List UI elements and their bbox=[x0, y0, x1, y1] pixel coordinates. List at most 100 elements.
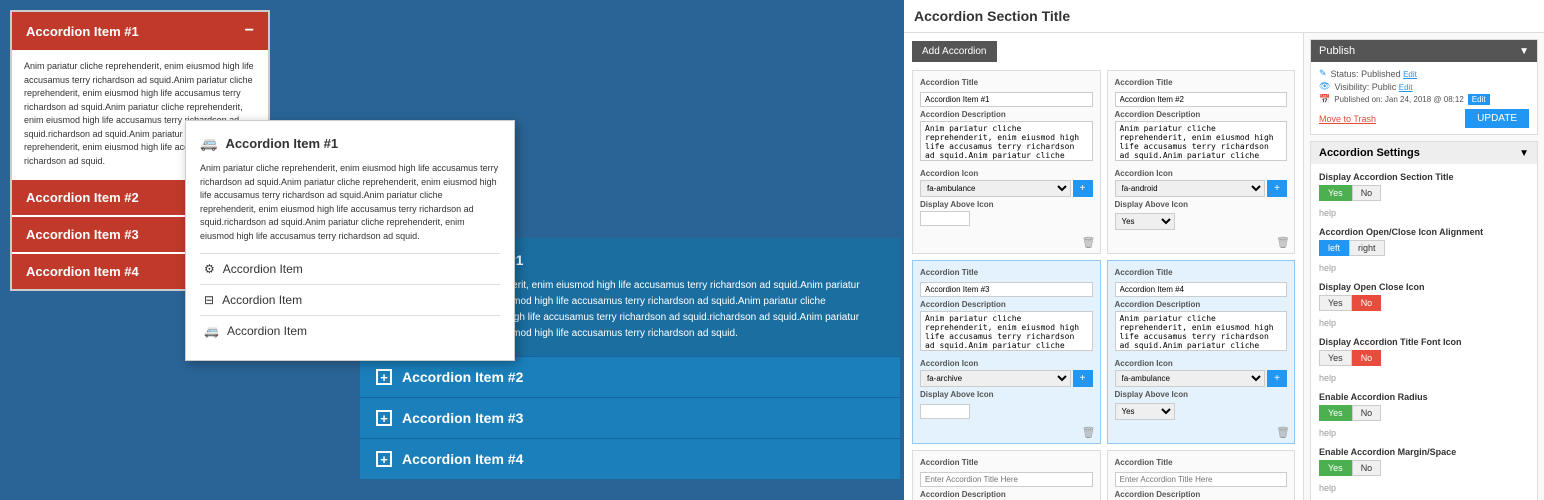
title-font-no-btn[interactable]: No bbox=[1352, 350, 1382, 366]
radius-no-btn[interactable]: No bbox=[1352, 405, 1382, 421]
display-section-help[interactable]: help bbox=[1319, 208, 1336, 218]
margin-label: Enable Accordion Margin/Space bbox=[1319, 447, 1529, 457]
blue-acc-item3-title: Accordion Item #3 bbox=[402, 410, 523, 426]
publish-status-row: ✎ Status: Published Edit bbox=[1319, 68, 1529, 79]
form1-delete-btn[interactable]: 🗑 bbox=[1082, 236, 1096, 249]
form4-desc-label: Accordion Description bbox=[1115, 300, 1288, 309]
form1-icon-btn[interactable]: + bbox=[1073, 180, 1093, 197]
form3-delete-btn[interactable]: 🗑 bbox=[1082, 426, 1096, 439]
form2-desc-label: Accordion Description bbox=[1115, 110, 1288, 119]
form5-desc-label: Accordion Description bbox=[920, 490, 1093, 499]
form4-title-input[interactable] bbox=[1115, 282, 1288, 297]
popup-body-text: Anim pariatur cliche reprehenderit, enim… bbox=[200, 162, 500, 243]
alignment-right-btn[interactable]: right bbox=[1349, 240, 1385, 256]
minus-icon: − bbox=[245, 22, 254, 40]
form3-desc-input[interactable]: Anim pariatur cliche reprehenderit, enim… bbox=[920, 311, 1093, 351]
radius-yes-btn[interactable]: Yes bbox=[1319, 405, 1352, 421]
gear-icon: ⚙ bbox=[204, 262, 215, 276]
margin-yes-btn[interactable]: Yes bbox=[1319, 460, 1352, 476]
title-font-yes-btn[interactable]: Yes bbox=[1319, 350, 1352, 366]
acc-form-3: Accordion Title Accordion Description An… bbox=[912, 260, 1101, 444]
open-close-no-btn[interactable]: No bbox=[1352, 295, 1382, 311]
blue-plus-icon-3: + bbox=[376, 410, 392, 426]
publish-header: Publish ▼ bbox=[1311, 40, 1537, 62]
form3-desc-label: Accordion Description bbox=[920, 300, 1093, 309]
add-accordion-button[interactable]: Add Accordion bbox=[912, 41, 997, 62]
blue-acc-item2[interactable]: + Accordion Item #2 bbox=[360, 356, 900, 397]
move-to-trash-button[interactable]: Move to Trash bbox=[1319, 114, 1376, 124]
form3-icon-label: Accordion Icon bbox=[920, 359, 1093, 368]
publish-visibility: Visibility: Public Edit bbox=[1334, 82, 1412, 92]
calendar-icon: 📅 bbox=[1319, 94, 1330, 105]
form2-title-input[interactable] bbox=[1115, 92, 1288, 107]
title-font-help[interactable]: help bbox=[1319, 373, 1336, 383]
form1-title-input[interactable] bbox=[920, 92, 1093, 107]
publish-date-row: 📅 Published on: Jan 24, 2018 @ 08:12 Edi… bbox=[1319, 94, 1529, 105]
red-acc-item1-title: Accordion Item #1 bbox=[26, 24, 139, 39]
popup-item2-label: Accordion Item bbox=[222, 293, 302, 307]
form2-icon-btn[interactable]: + bbox=[1267, 180, 1287, 197]
accordion-settings-body: Display Accordion Section Title Yes No h… bbox=[1311, 164, 1537, 500]
truck-icon: 🚐 bbox=[204, 324, 219, 338]
blue-acc-item2-title: Accordion Item #2 bbox=[402, 369, 523, 385]
display-section-no-btn[interactable]: No bbox=[1352, 185, 1382, 201]
edit-icon: ✎ bbox=[1319, 68, 1327, 79]
acc-form-2: Accordion Title Accordion Description An… bbox=[1107, 70, 1296, 254]
form3-display-input[interactable] bbox=[920, 404, 970, 419]
open-close-help[interactable]: help bbox=[1319, 318, 1336, 328]
form2-delete-btn[interactable]: 🗑 bbox=[1276, 236, 1290, 249]
popup-icon-truck: 🚐 bbox=[200, 135, 217, 152]
accordion-settings-box: Accordion Settings ▼ Display Accordion S… bbox=[1310, 141, 1538, 500]
popup-item-2[interactable]: ⊟ Accordion Item bbox=[200, 284, 500, 315]
form1-display-label: Display Above Icon bbox=[920, 200, 1093, 209]
update-button[interactable]: UPDATE bbox=[1465, 109, 1529, 128]
form4-title-label: Accordion Title bbox=[1115, 268, 1288, 277]
grid-icon: ⊟ bbox=[204, 293, 214, 307]
popup-title-row: 🚐 Accordion Item #1 bbox=[200, 135, 500, 152]
section-title-bar: Accordion Section Title bbox=[904, 0, 1544, 33]
popup-item-1[interactable]: ⚙ Accordion Item bbox=[200, 253, 500, 284]
publish-visibility-row: 👁 Visibility: Public Edit bbox=[1319, 81, 1529, 92]
publish-body: ✎ Status: Published Edit 👁 Visibility: P… bbox=[1311, 62, 1537, 134]
form2-icon-select[interactable]: fa-android bbox=[1115, 180, 1266, 197]
red-acc-item1-header[interactable]: Accordion Item #1 − bbox=[12, 12, 268, 50]
form1-desc-input[interactable]: Anim pariatur cliche reprehenderit, enim… bbox=[920, 121, 1093, 161]
settings-sidebar: Publish ▼ ✎ Status: Published Edit 👁 Vis… bbox=[1304, 33, 1544, 500]
form6-title-input[interactable] bbox=[1115, 472, 1288, 487]
popup-item-3[interactable]: 🚐 Accordion Item bbox=[200, 315, 500, 346]
form2-display-select[interactable]: Yes bbox=[1115, 213, 1175, 230]
form3-icon-select[interactable]: fa-archive bbox=[920, 370, 1071, 387]
form4-icon-select[interactable]: fa-ambulance bbox=[1115, 370, 1266, 387]
admin-panel: Accordion Section Title Add Accordion Ac… bbox=[904, 0, 1544, 500]
form1-icon-select[interactable]: fa-ambulance bbox=[920, 180, 1071, 197]
form2-display-label: Display Above Icon bbox=[1115, 200, 1288, 209]
accordion-settings-header[interactable]: Accordion Settings ▼ bbox=[1311, 142, 1537, 164]
blue-acc-item3[interactable]: + Accordion Item #3 bbox=[360, 397, 900, 438]
form2-desc-input[interactable]: Anim pariatur cliche reprehenderit, enim… bbox=[1115, 121, 1288, 161]
alignment-help[interactable]: help bbox=[1319, 263, 1336, 273]
publish-date: Published on: Jan 24, 2018 @ 08:12 bbox=[1334, 95, 1464, 104]
form5-title-input[interactable] bbox=[920, 472, 1093, 487]
open-close-icon-label: Display Open Close Icon bbox=[1319, 282, 1529, 292]
settings-chevron-icon: ▼ bbox=[1519, 148, 1529, 159]
form3-icon-btn[interactable]: + bbox=[1073, 370, 1093, 387]
setting-display-section-title: Display Accordion Section Title Yes No h… bbox=[1319, 172, 1529, 221]
form4-display-select[interactable]: Yes bbox=[1115, 403, 1175, 420]
form4-desc-input[interactable]: Anim pariatur cliche reprehenderit, enim… bbox=[1115, 311, 1288, 351]
form1-display-input[interactable] bbox=[920, 211, 970, 226]
publish-edit-link[interactable]: Edit bbox=[1468, 94, 1490, 105]
margin-help[interactable]: help bbox=[1319, 483, 1336, 493]
form4-delete-btn[interactable]: 🗑 bbox=[1276, 426, 1290, 439]
alignment-left-btn[interactable]: left bbox=[1319, 240, 1349, 256]
admin-content: Add Accordion Accordion Title Accordion … bbox=[904, 33, 1544, 500]
radius-help[interactable]: help bbox=[1319, 428, 1336, 438]
form3-title-input[interactable] bbox=[920, 282, 1093, 297]
acc-form-6: Accordion Title Accordion Description bbox=[1107, 450, 1296, 500]
accordion-forms-grid: Accordion Title Accordion Description An… bbox=[912, 70, 1295, 500]
middle-popup: 🚐 Accordion Item #1 Anim pariatur cliche… bbox=[185, 120, 515, 361]
form4-icon-btn[interactable]: + bbox=[1267, 370, 1287, 387]
open-close-yes-btn[interactable]: Yes bbox=[1319, 295, 1352, 311]
display-section-yes-btn[interactable]: Yes bbox=[1319, 185, 1352, 201]
margin-no-btn[interactable]: No bbox=[1352, 460, 1382, 476]
blue-acc-item4[interactable]: + Accordion Item #4 bbox=[360, 438, 900, 479]
